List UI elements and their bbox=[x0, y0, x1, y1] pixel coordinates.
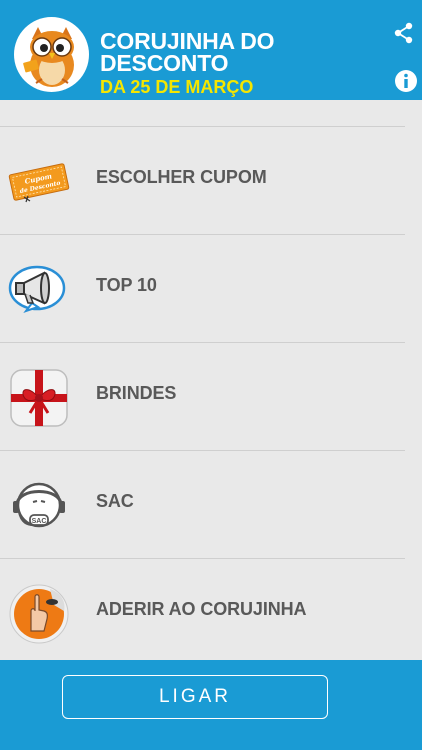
hand-sticker-icon bbox=[9, 584, 69, 644]
coupon-icon: Cupom de Desconto bbox=[8, 163, 70, 203]
call-button[interactable]: LIGAR bbox=[62, 675, 328, 719]
footer-bar: LIGAR bbox=[0, 660, 422, 750]
main-menu: Cupom de Desconto ESCOLHER CUPOM TOP 10 bbox=[0, 126, 422, 664]
menu-item-label: ESCOLHER CUPOM bbox=[96, 167, 267, 187]
menu-item-brindes[interactable]: BRINDES bbox=[0, 342, 405, 450]
app-header: CORUJINHA DO DESCONTO DA 25 DE MARÇO bbox=[0, 0, 422, 100]
gift-icon bbox=[10, 369, 68, 427]
menu-item-label: BRINDES bbox=[96, 383, 177, 403]
menu-item-label: ADERIR AO CORUJINHA bbox=[96, 599, 307, 619]
owl-logo-icon bbox=[14, 17, 89, 92]
info-icon[interactable] bbox=[394, 69, 418, 93]
menu-item-sac[interactable]: SAC SAC bbox=[0, 450, 405, 558]
megaphone-icon bbox=[8, 265, 66, 313]
app-title-line1: CORUJINHA DO bbox=[100, 28, 275, 54]
app-title: CORUJINHA DO DESCONTO bbox=[100, 28, 275, 76]
menu-item-top-10[interactable]: TOP 10 bbox=[0, 234, 405, 342]
menu-item-aderir-ao-corujinha[interactable]: ADERIR AO CORUJINHA bbox=[0, 558, 405, 664]
app-title-line2: DESCONTO bbox=[100, 50, 229, 76]
app-subtitle: DA 25 DE MARÇO bbox=[100, 77, 254, 97]
menu-item-label: TOP 10 bbox=[96, 275, 157, 295]
menu-item-label: SAC bbox=[96, 491, 134, 511]
sac-icon-text: SAC bbox=[32, 518, 47, 525]
share-icon[interactable] bbox=[394, 22, 414, 44]
support-headset-icon: SAC bbox=[13, 482, 65, 528]
menu-item-escolher-cupom[interactable]: Cupom de Desconto ESCOLHER CUPOM bbox=[0, 126, 405, 234]
